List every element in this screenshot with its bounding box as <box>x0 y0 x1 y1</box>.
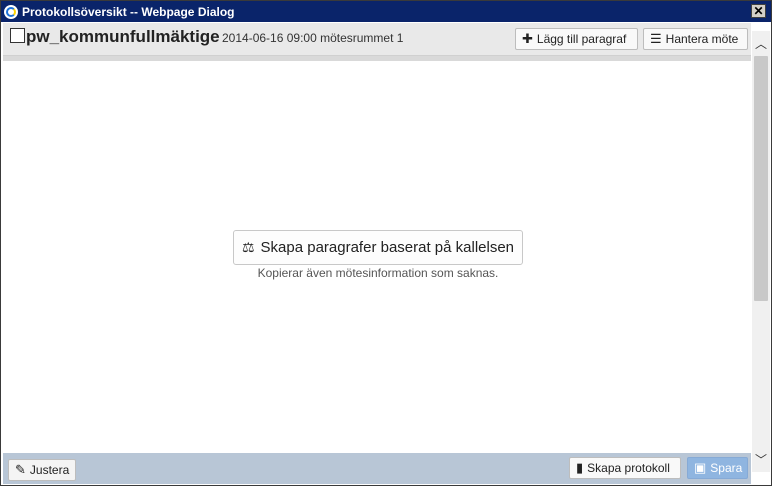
create-paragraphs-button[interactable]: ⚖ Skapa paragrafer baserat på kallelsen <box>233 230 523 265</box>
add-paragraph-button[interactable]: ✚ Lägg till paragraf <box>515 28 638 50</box>
floppy-disk-icon: ▣ <box>694 460 707 475</box>
close-button[interactable]: ✕ <box>751 4 766 18</box>
save-button[interactable]: ▣ Spara <box>687 457 748 479</box>
adjust-button[interactable]: ✎ Justera <box>8 459 76 481</box>
meeting-info: 2014-06-16 09:00 mötesrummet 1 <box>222 31 404 45</box>
pencil-icon: ✎ <box>15 462 26 477</box>
scroll-up-chevron-icon[interactable]: ︿ <box>752 35 770 53</box>
meeting-name: pw_kommunfullmäktige <box>26 27 220 46</box>
vertical-scrollbar[interactable]: ︿ ﹀ <box>752 31 770 472</box>
paragraph-area: ⚖ Skapa paragrafer baserat på kallelsen … <box>3 62 751 452</box>
stamp-icon: ⚖ <box>241 239 255 255</box>
protocol-header: pw_kommunfullmäktige 2014-06-16 09:00 mö… <box>3 23 751 56</box>
window-title: Protokollsöversikt -- Webpage Dialog <box>22 4 235 19</box>
plus-icon: ✚ <box>522 31 533 46</box>
scroll-down-chevron-icon[interactable]: ﹀ <box>752 451 770 469</box>
create-paragraphs-label: Skapa paragrafer baserat på kallelsen <box>260 239 515 256</box>
create-protocol-button[interactable]: ▮ Skapa protokoll <box>569 457 681 479</box>
manage-meeting-button[interactable]: ☰ Hantera möte <box>643 28 748 50</box>
header-divider <box>3 56 751 61</box>
create-paragraphs-hint: Kopierar även mötesinformation som sakna… <box>257 266 499 280</box>
add-paragraph-label: Lägg till paragraf <box>536 32 627 46</box>
ie-icon <box>4 4 18 19</box>
title-bar: Protokollsöversikt -- Webpage Dialog ✕ <box>1 1 771 22</box>
footer-toolbar: ✎ Justera ▮ Skapa protokoll ▣ Spara <box>3 453 751 484</box>
list-icon: ☰ <box>650 31 662 46</box>
scroll-thumb[interactable] <box>754 56 768 301</box>
file-icon: ▮ <box>576 460 584 475</box>
select-all-checkbox[interactable] <box>10 28 25 43</box>
dialog-window: Protokollsöversikt -- Webpage Dialog ✕ p… <box>0 0 772 486</box>
adjust-label: Justera <box>29 463 70 477</box>
create-protocol-label: Skapa protokoll <box>587 461 670 475</box>
save-label: Spara <box>710 461 743 475</box>
manage-meeting-label: Hantera möte <box>665 32 739 46</box>
